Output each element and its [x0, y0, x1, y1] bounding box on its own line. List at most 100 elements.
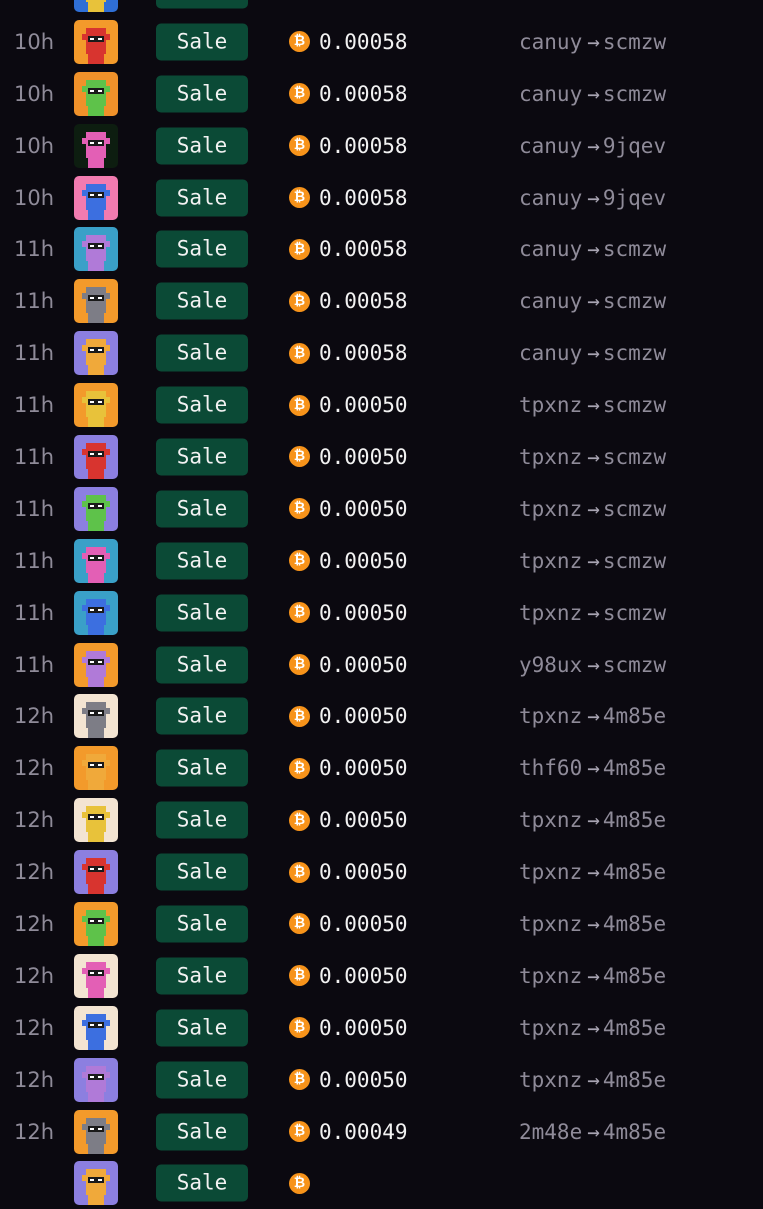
activity-row[interactable]: 11h Sale ₿ 0.00050 y98ux→scmzw: [0, 639, 763, 691]
activity-row[interactable]: 10h Sale ₿ 0.00058 canuy→9jqev: [0, 120, 763, 172]
nft-thumbnail[interactable]: [74, 487, 118, 531]
seller-address[interactable]: canuy: [519, 30, 582, 54]
sale-badge[interactable]: Sale: [156, 283, 248, 320]
seller-address[interactable]: tpxnz: [519, 1016, 582, 1040]
buyer-address[interactable]: scmzw: [603, 237, 666, 261]
buyer-address[interactable]: scmzw: [603, 549, 666, 573]
buyer-address[interactable]: 4m85e: [603, 912, 666, 936]
activity-row[interactable]: 10h Sale ₿ 0.00058 canuy→scmzw: [0, 16, 763, 68]
activity-row[interactable]: 11h Sale ₿ 0.00058 canuy→scmzw: [0, 275, 763, 327]
activity-row[interactable]: 12h Sale ₿ 0.00050 tpxnz→4m85e: [0, 1054, 763, 1106]
activity-row[interactable]: 10h Sale ₿ 0.00058 canuy→9jqev: [0, 172, 763, 224]
nft-thumbnail[interactable]: [74, 643, 118, 687]
nft-thumbnail[interactable]: [74, 539, 118, 583]
buyer-address[interactable]: 4m85e: [603, 1068, 666, 1092]
seller-address[interactable]: tpxnz: [519, 1068, 582, 1092]
sale-badge[interactable]: Sale: [156, 1009, 248, 1046]
activity-row[interactable]: 12h Sale ₿ 0.00050 tpxnz→4m85e: [0, 950, 763, 1002]
seller-address[interactable]: canuy: [519, 134, 582, 158]
sale-badge[interactable]: Sale: [156, 854, 248, 891]
activity-row[interactable]: 11h Sale ₿ 0.0011 rwse3→w6adn: [0, 0, 763, 16]
nft-thumbnail[interactable]: [74, 746, 118, 790]
nft-thumbnail[interactable]: [74, 383, 118, 427]
nft-thumbnail[interactable]: [74, 1006, 118, 1050]
sale-badge[interactable]: Sale: [156, 75, 248, 112]
nft-thumbnail[interactable]: [74, 1161, 118, 1205]
nft-thumbnail[interactable]: [74, 176, 118, 220]
nft-thumbnail[interactable]: [74, 0, 118, 12]
sale-badge[interactable]: Sale: [156, 335, 248, 372]
activity-row[interactable]: Sale ₿ →: [0, 1157, 763, 1209]
sale-badge[interactable]: Sale: [156, 490, 248, 527]
seller-address[interactable]: tpxnz: [519, 808, 582, 832]
buyer-address[interactable]: 4m85e: [603, 808, 666, 832]
seller-address[interactable]: canuy: [519, 82, 582, 106]
sale-badge[interactable]: Sale: [156, 387, 248, 424]
seller-address[interactable]: tpxnz: [519, 704, 582, 728]
nft-thumbnail[interactable]: [74, 902, 118, 946]
buyer-address[interactable]: scmzw: [603, 497, 666, 521]
seller-address[interactable]: thf60: [519, 756, 582, 780]
buyer-address[interactable]: scmzw: [603, 82, 666, 106]
seller-address[interactable]: canuy: [519, 237, 582, 261]
seller-address[interactable]: tpxnz: [519, 860, 582, 884]
sale-badge[interactable]: Sale: [156, 905, 248, 942]
seller-address[interactable]: rwse3: [519, 0, 582, 2]
nft-thumbnail[interactable]: [74, 124, 118, 168]
activity-row[interactable]: 11h Sale ₿ 0.00050 tpxnz→scmzw: [0, 431, 763, 483]
seller-address[interactable]: y98ux: [519, 653, 582, 677]
sale-badge[interactable]: Sale: [156, 231, 248, 268]
buyer-address[interactable]: 9jqev: [603, 134, 666, 158]
seller-address[interactable]: canuy: [519, 289, 582, 313]
sale-badge[interactable]: Sale: [156, 127, 248, 164]
activity-row[interactable]: 12h Sale ₿ 0.00049 2m48e→4m85e: [0, 1106, 763, 1158]
activity-row[interactable]: 12h Sale ₿ 0.00050 tpxnz→4m85e: [0, 794, 763, 846]
activity-row[interactable]: 12h Sale ₿ 0.00050 tpxnz→4m85e: [0, 690, 763, 742]
activity-row[interactable]: 12h Sale ₿ 0.00050 tpxnz→4m85e: [0, 1002, 763, 1054]
seller-address[interactable]: canuy: [519, 341, 582, 365]
seller-address[interactable]: 2m48e: [519, 1120, 582, 1144]
nft-thumbnail[interactable]: [74, 850, 118, 894]
seller-address[interactable]: tpxnz: [519, 601, 582, 625]
nft-thumbnail[interactable]: [74, 227, 118, 271]
sale-badge[interactable]: Sale: [156, 438, 248, 475]
buyer-address[interactable]: scmzw: [603, 30, 666, 54]
sale-badge[interactable]: Sale: [156, 1113, 248, 1150]
sale-badge[interactable]: Sale: [156, 179, 248, 216]
nft-thumbnail[interactable]: [74, 435, 118, 479]
nft-thumbnail[interactable]: [74, 694, 118, 738]
seller-address[interactable]: tpxnz: [519, 497, 582, 521]
buyer-address[interactable]: scmzw: [603, 341, 666, 365]
activity-row[interactable]: 12h Sale ₿ 0.00050 tpxnz→4m85e: [0, 898, 763, 950]
nft-thumbnail[interactable]: [74, 1058, 118, 1102]
buyer-address[interactable]: scmzw: [603, 653, 666, 677]
sale-badge[interactable]: Sale: [156, 0, 248, 8]
sale-badge[interactable]: Sale: [156, 1165, 248, 1202]
buyer-address[interactable]: scmzw: [603, 393, 666, 417]
buyer-address[interactable]: scmzw: [603, 445, 666, 469]
buyer-address[interactable]: 4m85e: [603, 704, 666, 728]
sale-badge[interactable]: Sale: [156, 750, 248, 787]
buyer-address[interactable]: 9jqev: [603, 186, 666, 210]
seller-address[interactable]: tpxnz: [519, 445, 582, 469]
activity-row[interactable]: 12h Sale ₿ 0.00050 thf60→4m85e: [0, 742, 763, 794]
activity-row[interactable]: 11h Sale ₿ 0.00050 tpxnz→scmzw: [0, 535, 763, 587]
activity-row[interactable]: 11h Sale ₿ 0.00058 canuy→scmzw: [0, 223, 763, 275]
nft-thumbnail[interactable]: [74, 72, 118, 116]
seller-address[interactable]: tpxnz: [519, 964, 582, 988]
buyer-address[interactable]: 4m85e: [603, 964, 666, 988]
nft-thumbnail[interactable]: [74, 798, 118, 842]
sale-badge[interactable]: Sale: [156, 1061, 248, 1098]
sale-badge[interactable]: Sale: [156, 23, 248, 60]
seller-address[interactable]: canuy: [519, 186, 582, 210]
buyer-address[interactable]: w6adn: [603, 0, 666, 2]
sale-badge[interactable]: Sale: [156, 957, 248, 994]
buyer-address[interactable]: 4m85e: [603, 860, 666, 884]
nft-thumbnail[interactable]: [74, 279, 118, 323]
activity-row[interactable]: 11h Sale ₿ 0.00058 canuy→scmzw: [0, 327, 763, 379]
buyer-address[interactable]: scmzw: [603, 601, 666, 625]
activity-row[interactable]: 11h Sale ₿ 0.00050 tpxnz→scmzw: [0, 379, 763, 431]
sale-badge[interactable]: Sale: [156, 802, 248, 839]
activity-row[interactable]: 11h Sale ₿ 0.00050 tpxnz→scmzw: [0, 483, 763, 535]
buyer-address[interactable]: scmzw: [603, 289, 666, 313]
